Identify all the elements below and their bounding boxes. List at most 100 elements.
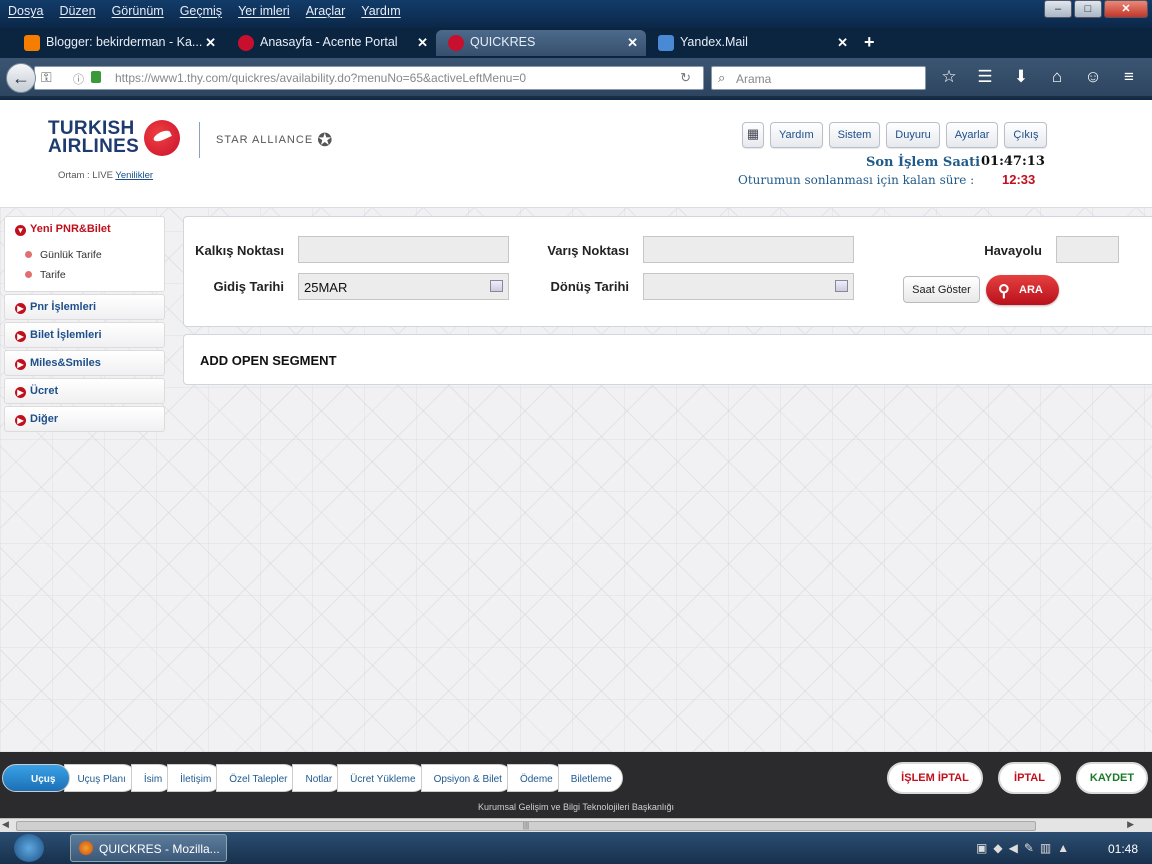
info-icon[interactable]: ⓘ [73, 71, 84, 87]
tab-quickres[interactable]: QUICKRES ✕ [436, 30, 646, 56]
step-ticketing[interactable]: Biletleme [557, 764, 623, 792]
step-option-ticket[interactable]: Opsiyon & Bilet [420, 764, 513, 792]
hamburger-menu-icon[interactable]: ≡ [1118, 67, 1140, 87]
return-date-label: Dönüş Tarihi [550, 279, 629, 294]
tray-chat-icon[interactable]: ▣ [976, 841, 987, 855]
smiley-icon[interactable]: ☺ [1082, 67, 1104, 87]
window-titlebar: Dosya Düzen Görünüm Geçmiş Yer imleri Ar… [0, 0, 1152, 28]
taskbar-firefox-item[interactable]: QUICKRES - Mozilla... [70, 834, 227, 862]
menu-file[interactable]: Dosya [0, 2, 51, 22]
sidebar-item-label: Yeni PNR&Bilet [30, 223, 111, 235]
sidebar-item-ticket[interactable]: ▶ Bilet İşlemleri [4, 322, 165, 348]
close-tab-icon[interactable]: ✕ [205, 35, 216, 51]
cancel-transaction-button[interactable]: İŞLEM İPTAL [887, 762, 983, 794]
save-button[interactable]: KAYDET [1076, 762, 1148, 794]
arrow-right-icon: ▶ [15, 303, 26, 314]
sidebar-item-fare[interactable]: ▶ Ücret [4, 378, 165, 404]
menu-bookmarks[interactable]: Yer imleri [230, 2, 298, 22]
bookmark-star-icon[interactable]: ☆ [938, 67, 960, 87]
step-special-requests[interactable]: Özel Talepler [216, 764, 299, 792]
download-icon[interactable]: ⬇ [1010, 67, 1032, 87]
last-action-label: Son İşlem Saati [866, 155, 981, 170]
open-segment-panel[interactable]: ADD OPEN SEGMENT [183, 334, 1152, 385]
minimize-button[interactable]: – [1044, 0, 1072, 18]
tray-network-icon[interactable]: ▥ [1040, 841, 1051, 855]
scroll-left-icon[interactable]: ◀ [2, 819, 9, 830]
tab-strip: Blogger: bekirderman - Ka... ✕ Anasayfa … [0, 28, 1152, 58]
close-window-button[interactable]: ✕ [1104, 0, 1148, 18]
session-remaining-label: Oturumun sonlanması için kalan süre : [738, 173, 975, 187]
origin-input[interactable] [298, 236, 509, 263]
key-icon[interactable]: ⚿ [41, 69, 52, 86]
airline-input[interactable] [1056, 236, 1119, 263]
step-contact[interactable]: İletişim [167, 764, 223, 792]
bullet-icon [25, 251, 32, 258]
cancel-button[interactable]: İPTAL [998, 762, 1061, 794]
sidebar-item-other[interactable]: ▶ Diğer [4, 406, 165, 432]
horizontal-scrollbar[interactable]: ◀ ||| ▶ [0, 818, 1152, 832]
environment-info: Ortam : LIVE Yenilikler [58, 170, 153, 181]
sidebar-item-pnr[interactable]: ▶ Pnr İşlemleri [4, 294, 165, 320]
tray-tools-icon[interactable]: ✎ [1024, 841, 1034, 855]
maximize-button[interactable]: □ [1074, 0, 1102, 18]
tray-volume-icon[interactable]: ◀ [1009, 841, 1018, 855]
turkish-airlines-logo[interactable]: TURKISH AIRLINES [48, 119, 180, 156]
flight-search-panel: Kalkış Noktası Varış Noktası Havayolu Gi… [183, 216, 1152, 327]
scroll-right-icon[interactable]: ▶ [1127, 819, 1134, 830]
calculator-icon[interactable]: ▦ [742, 122, 764, 148]
menu-history[interactable]: Geçmiş [172, 2, 230, 22]
search-button[interactable]: ⚲ ARA [986, 275, 1059, 305]
search-placeholder: Arama [736, 72, 772, 86]
return-date-input[interactable] [643, 273, 854, 300]
home-icon[interactable]: ⌂ [1046, 67, 1068, 87]
arrow-right-icon: ▶ [15, 387, 26, 398]
sidebar-subitem-daily-schedule[interactable]: Günlük Tarife [25, 249, 102, 261]
sidebar-item-new-pnr[interactable]: ▼ Yeni PNR&Bilet [15, 223, 111, 236]
close-tab-icon[interactable]: ✕ [417, 35, 428, 51]
url-text[interactable]: https://www1.thy.com/quickres/availabili… [115, 71, 526, 85]
announcement-button[interactable]: Duyuru [886, 122, 940, 148]
show-time-button[interactable]: Saat Göster [903, 276, 980, 303]
tray-shield-icon[interactable]: ◆ [993, 841, 1002, 855]
menu-view[interactable]: Görünüm [104, 2, 172, 22]
help-button[interactable]: Yardım [770, 122, 823, 148]
tray-nvidia-icon[interactable]: ▲ [1057, 841, 1069, 855]
back-button[interactable]: ← [6, 63, 36, 93]
tab-yandex-mail[interactable]: Yandex.Mail ✕ [646, 30, 856, 56]
system-button[interactable]: Sistem [828, 122, 881, 148]
taskbar-clock[interactable]: 01:48 [1108, 842, 1138, 856]
new-tab-button[interactable]: + [864, 32, 875, 53]
tab-blogger[interactable]: Blogger: bekirderman - Ka... ✕ [12, 30, 224, 56]
logout-button[interactable]: Çıkış [1004, 122, 1048, 148]
step-payment[interactable]: Ödeme [506, 764, 564, 792]
step-notes[interactable]: Notlar [292, 764, 344, 792]
departure-date-input[interactable]: 25MAR [298, 273, 509, 300]
star-alliance-icon: ✪ [317, 130, 334, 150]
whats-new-link[interactable]: Yenilikler [115, 170, 153, 181]
step-flight-plan[interactable]: Uçuş Planı [64, 764, 137, 792]
calendar-icon[interactable] [490, 280, 503, 292]
tab-acente-portal[interactable]: Anasayfa - Acente Portal ✕ [226, 30, 436, 56]
blogger-icon [24, 35, 40, 51]
menu-edit[interactable]: Düzen [51, 2, 103, 22]
sidebar-subitem-schedule[interactable]: Tarife [25, 269, 66, 281]
reading-list-icon[interactable]: ☰ [974, 67, 996, 87]
close-tab-icon[interactable]: ✕ [627, 35, 638, 51]
windows-start-icon[interactable] [14, 834, 44, 862]
menu-help[interactable]: Yardım [353, 2, 408, 22]
sidebar-item-miles[interactable]: ▶ Miles&Smiles [4, 350, 165, 376]
settings-button[interactable]: Ayarlar [945, 122, 999, 148]
mail-icon [658, 35, 674, 51]
search-box[interactable]: ⌕ Arama [711, 66, 926, 90]
close-tab-icon[interactable]: ✕ [837, 35, 848, 51]
url-bar[interactable]: ⚿ ⓘ https://www1.thy.com/quickres/availa… [34, 66, 704, 90]
reload-icon[interactable]: ↻ [680, 70, 691, 86]
destination-input[interactable] [643, 236, 854, 263]
scrollbar-thumb[interactable]: ||| [16, 821, 1036, 831]
lock-icon [91, 71, 101, 83]
menu-tools[interactable]: Araçlar [298, 2, 354, 22]
menu-bar: Dosya Düzen Görünüm Geçmiş Yer imleri Ar… [0, 2, 409, 22]
calendar-icon[interactable] [835, 280, 848, 292]
step-fare-load[interactable]: Ücret Yükleme [337, 764, 427, 792]
step-flight[interactable]: Uçuş [2, 764, 71, 792]
